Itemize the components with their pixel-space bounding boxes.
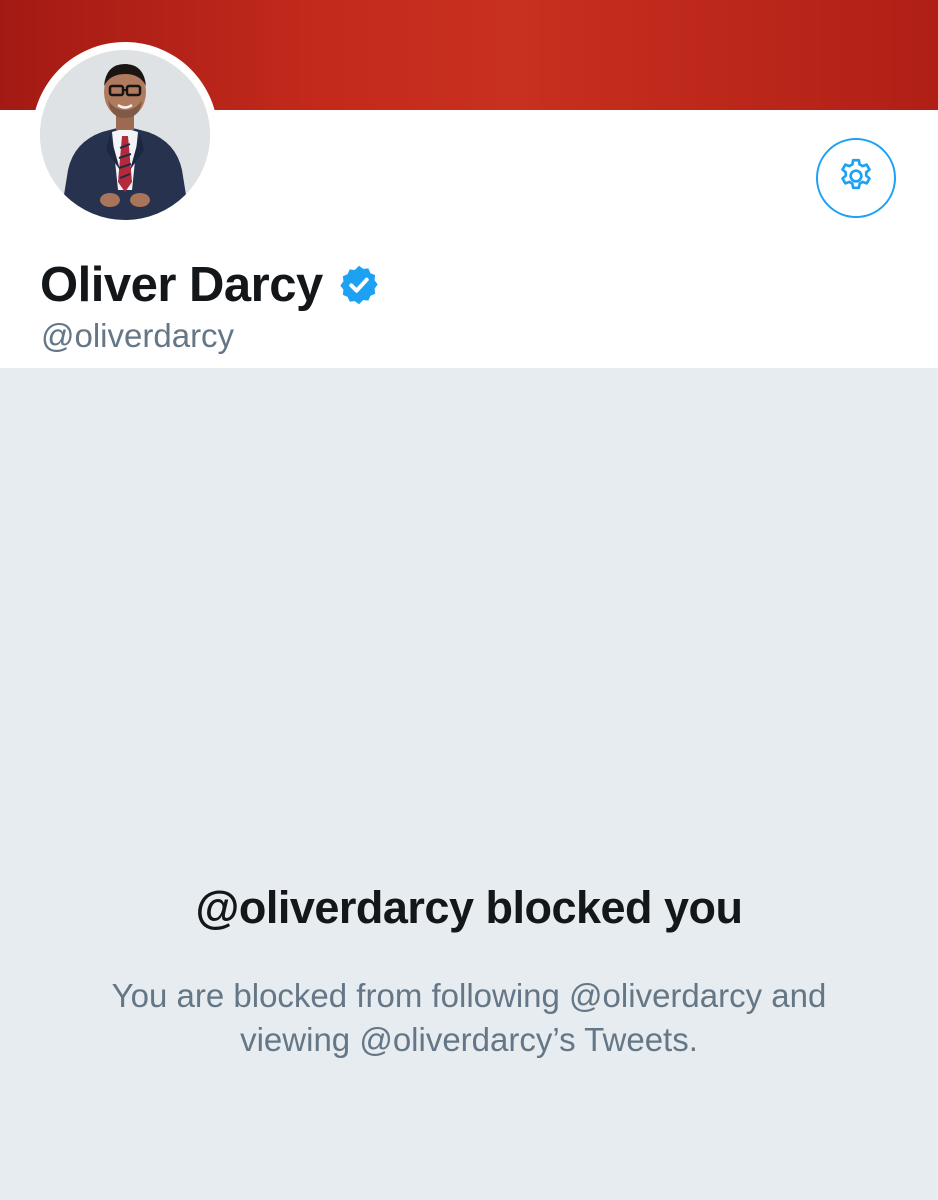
avatar[interactable]: [32, 42, 218, 228]
blocked-message: You are blocked from following @oliverda…: [111, 977, 827, 1058]
settings-button[interactable]: [816, 138, 896, 218]
profile-handle: @oliverdarcy: [41, 317, 235, 354]
blocked-title: @oliverdarcy blocked you: [195, 882, 743, 933]
verified-badge-icon: [337, 263, 381, 307]
display-name: Oliver Darcy: [40, 258, 323, 312]
gear-icon: [836, 156, 876, 201]
profile-name-row: Oliver Darcy: [40, 256, 381, 314]
avatar-photo: [40, 50, 210, 220]
